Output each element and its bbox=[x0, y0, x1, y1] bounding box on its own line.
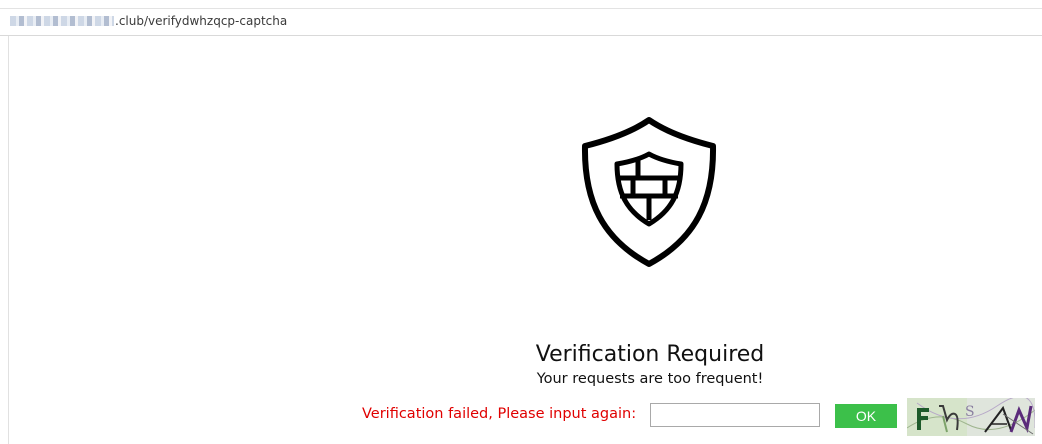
ok-button[interactable]: OK bbox=[835, 404, 897, 428]
svg-text:S: S bbox=[965, 404, 975, 420]
error-message: Verification failed, Please input again: bbox=[362, 406, 637, 422]
url-redacted-portion bbox=[10, 16, 114, 26]
verification-page: .club/verifydwhzqcp-captcha Verification… bbox=[0, 0, 1042, 444]
captcha-image[interactable]: S bbox=[907, 398, 1035, 436]
page-title: Verification Required bbox=[535, 342, 765, 367]
captcha-input[interactable] bbox=[650, 403, 820, 427]
page-subtitle: Your requests are too frequent! bbox=[536, 371, 764, 387]
captcha-graphic: S bbox=[907, 398, 1035, 436]
shield-icon bbox=[581, 117, 717, 267]
url-text: .club/verifydwhzqcp-captcha bbox=[115, 14, 288, 28]
address-bar[interactable]: .club/verifydwhzqcp-captcha bbox=[0, 8, 1042, 36]
page-left-border bbox=[8, 36, 9, 444]
url-display[interactable]: .club/verifydwhzqcp-captcha bbox=[10, 14, 287, 28]
